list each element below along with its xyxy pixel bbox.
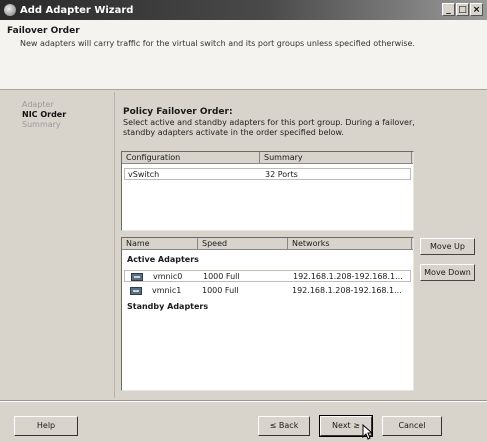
col-networks[interactable]: Networks	[288, 238, 412, 250]
wizard-header: Failover Order New adapters will carry t…	[0, 20, 487, 90]
window-title-bar: Add Adapter Wizard _ □ ×	[0, 0, 487, 20]
summary-cell: 32 Ports	[265, 170, 298, 179]
table-row[interactable]: vmnic1 1000 Full 192.168.1.208-192.168.1…	[124, 285, 411, 297]
footer-divider	[0, 400, 487, 402]
cancel-button[interactable]: Cancel	[382, 416, 442, 436]
step-nic-order[interactable]: NIC Order	[22, 110, 112, 120]
table-row[interactable]: vmnic0 1000 Full 192.168.1.208-192.168.1…	[124, 270, 411, 282]
policy-description: Select active and standby adapters for t…	[123, 118, 415, 137]
adapter-networks: 192.168.1.208-192.168.1...	[293, 272, 403, 281]
table-row[interactable]: vSwitch 32 Ports	[124, 168, 411, 180]
switch-table: Configuration Summary vSwitch 32 Ports	[121, 151, 414, 231]
standby-adapters-label: Standby Adapters	[127, 302, 209, 311]
page-title: Failover Order	[7, 26, 80, 36]
move-up-button[interactable]: Move Up	[420, 238, 475, 255]
app-icon	[4, 4, 16, 16]
adapter-speed: 1000 Full	[203, 272, 240, 281]
maximize-button[interactable]: □	[456, 3, 469, 16]
window-title: Add Adapter Wizard	[20, 4, 134, 16]
adapter-name: vmnic1	[152, 286, 182, 295]
back-button[interactable]: ≤ Back	[258, 416, 310, 436]
nic-icon	[130, 287, 142, 295]
adapter-name: vmnic0	[153, 272, 183, 281]
switch-table-header: Configuration Summary	[122, 152, 413, 164]
step-adapter[interactable]: Adapter	[22, 100, 112, 110]
config-cell: vSwitch	[128, 170, 160, 179]
page-subtitle: New adapters will carry traffic for the …	[20, 39, 415, 48]
col-configuration[interactable]: Configuration	[122, 152, 260, 164]
move-down-button[interactable]: Move Down	[420, 264, 475, 281]
col-speed[interactable]: Speed	[198, 238, 288, 250]
wizard-steps: Adapter NIC Order Summary	[22, 100, 112, 130]
adapter-speed: 1000 Full	[202, 286, 239, 295]
help-button[interactable]: Help	[14, 416, 78, 436]
col-summary[interactable]: Summary	[260, 152, 412, 164]
steps-divider	[114, 92, 115, 398]
close-button[interactable]: ×	[470, 3, 483, 16]
window-controls: _ □ ×	[441, 3, 483, 16]
adapter-networks: 192.168.1.208-192.168.1...	[292, 286, 402, 295]
active-adapters-label: Active Adapters	[127, 255, 199, 264]
step-summary[interactable]: Summary	[22, 120, 112, 130]
adapter-table-header: Name Speed Networks	[122, 238, 413, 250]
minimize-button[interactable]: _	[442, 3, 455, 16]
policy-title: Policy Failover Order:	[123, 107, 233, 117]
nic-icon	[131, 273, 143, 281]
adapter-table: Name Speed Networks Active Adapters vmni…	[121, 237, 414, 391]
col-name[interactable]: Name	[122, 238, 198, 250]
mouse-pointer-icon	[362, 424, 374, 440]
